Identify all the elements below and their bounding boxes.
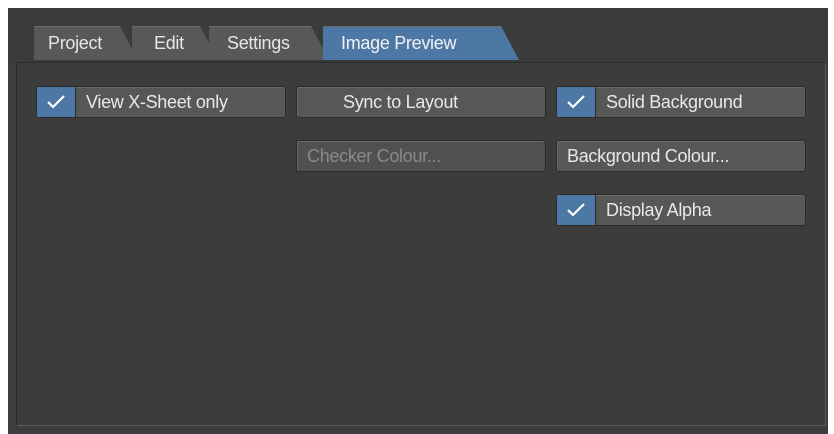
- check-icon: [557, 195, 596, 225]
- tab-edit-label: Edit: [154, 33, 184, 53]
- view-xsheet-only-toggle[interactable]: View X-Sheet only: [36, 86, 286, 118]
- tab-settings-label: Settings: [227, 33, 290, 53]
- tab-project-label: Project: [48, 33, 102, 53]
- solid-background-toggle[interactable]: Solid Background: [556, 86, 806, 118]
- checkbox-empty: [297, 87, 335, 117]
- solid-background-label: Solid Background: [606, 91, 743, 112]
- check-icon: [37, 87, 76, 117]
- display-alpha-label: Display Alpha: [606, 199, 712, 220]
- tab-image-preview-label: Image Preview: [341, 33, 457, 53]
- tab-image-preview[interactable]: Image Preview: [323, 26, 519, 60]
- tab-settings[interactable]: Settings: [209, 26, 329, 60]
- display-alpha-toggle[interactable]: Display Alpha: [556, 194, 806, 226]
- sync-to-layout-label: Sync to Layout: [343, 91, 458, 112]
- background-colour-label: Background Colour...: [567, 145, 730, 166]
- background-colour-button[interactable]: Background Colour...: [556, 140, 806, 172]
- check-icon: [557, 87, 596, 117]
- checker-colour-button[interactable]: Checker Colour...: [296, 140, 546, 172]
- checker-colour-label: Checker Colour...: [307, 145, 441, 166]
- sync-to-layout-toggle[interactable]: Sync to Layout: [296, 86, 546, 118]
- tab-project[interactable]: Project: [34, 26, 138, 60]
- view-xsheet-only-label: View X-Sheet only: [86, 91, 228, 112]
